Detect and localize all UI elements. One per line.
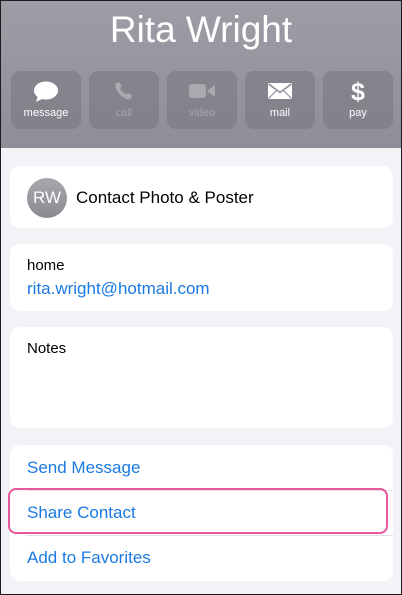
mail-label: mail	[269, 107, 291, 119]
pay-label: pay	[349, 107, 367, 119]
mail-button[interactable]: mail	[245, 71, 315, 129]
video-camera-icon	[167, 80, 237, 104]
contact-header: Rita Wright message call video mail $ pa…	[1, 1, 401, 148]
share-contact-highlight	[8, 488, 388, 534]
dollar-glyph: $	[351, 78, 365, 106]
call-button[interactable]: call	[89, 71, 159, 129]
add-to-favorites-row[interactable]: Add to Favorites	[10, 535, 393, 580]
avatar: RW	[27, 178, 67, 218]
send-message-link[interactable]: Send Message	[27, 458, 140, 478]
dollar-icon: $	[323, 78, 393, 106]
email-type-label: home	[27, 257, 65, 274]
notes-card[interactable]: Notes	[10, 327, 393, 428]
send-message-row[interactable]: Send Message	[10, 445, 393, 490]
add-to-favorites-link[interactable]: Add to Favorites	[27, 548, 151, 568]
pay-button[interactable]: $ pay	[323, 71, 393, 129]
phone-icon	[89, 80, 159, 104]
message-label: message	[23, 107, 69, 119]
contact-photo-poster-label: Contact Photo & Poster	[76, 188, 254, 207]
message-icon	[11, 80, 81, 104]
contact-photo-poster-row[interactable]: RW Contact Photo & Poster	[10, 166, 393, 228]
email-link[interactable]: rita.wright@hotmail.com	[27, 279, 210, 299]
envelope-icon	[245, 80, 315, 104]
email-card: home rita.wright@hotmail.com	[10, 244, 393, 311]
message-button[interactable]: message	[11, 71, 81, 129]
notes-label: Notes	[27, 340, 67, 357]
contact-name: Rita Wright	[109, 9, 293, 50]
video-label: video	[188, 107, 216, 119]
video-button[interactable]: video	[167, 71, 237, 129]
call-label: call	[115, 107, 133, 119]
